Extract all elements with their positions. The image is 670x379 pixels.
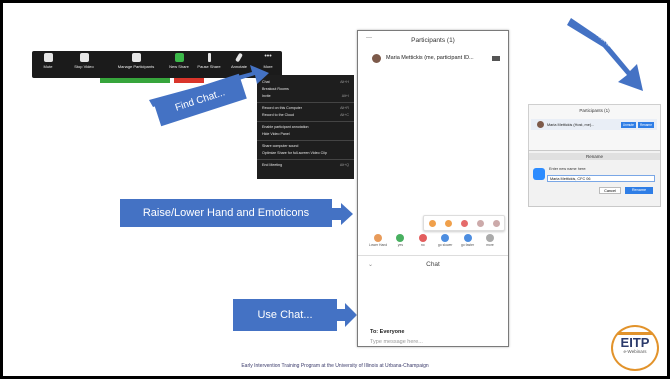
raise-hand-arrow	[329, 203, 353, 225]
nonverbal-feedback-row: Lower Hand yes no go slower go faster more	[368, 234, 500, 248]
chat-title: Chat	[426, 261, 440, 268]
video-status-icon	[492, 55, 500, 61]
participants-title: Participants (1)	[411, 37, 455, 44]
feedback-label: go slower	[437, 243, 453, 247]
feedback-label: no	[420, 243, 425, 247]
feedback-label: go faster	[460, 243, 475, 247]
go-slower-icon	[441, 234, 450, 242]
divider	[358, 255, 508, 256]
participant-name: Maria Mettickis (me, participant ID...	[386, 55, 474, 61]
use-chat-arrow	[333, 303, 357, 327]
rename-panel-title: Participants (1)	[579, 108, 610, 113]
rename-participant-row[interactable]: Maria Mettickis (Host, me)... Unmute Ren…	[531, 119, 657, 130]
heart-emoji-icon[interactable]	[460, 219, 468, 227]
feedback-label: more	[486, 243, 494, 247]
raise-hand-callout: Raise/Lower Hand and Emoticons	[120, 199, 332, 227]
logo-accent-bar	[617, 332, 653, 335]
hand-icon	[374, 234, 382, 242]
feedback-button[interactable]: no	[413, 234, 433, 248]
footer-text: Early Intervention Training Program at t…	[241, 363, 429, 369]
clock-emoji-icon[interactable]	[492, 219, 500, 227]
feedback-label: Lower Hand	[368, 243, 388, 247]
rename-dialog: Rename Enter new name here: Maria Mettic…	[528, 150, 661, 207]
no-x-icon	[418, 234, 427, 242]
eitp-logo: EITP e-Webinars	[611, 325, 659, 371]
unmute-button[interactable]: Unmute	[620, 121, 636, 128]
rename-prompt: Enter new name here:	[549, 167, 587, 171]
feedback-button[interactable]: Lower Hand	[368, 234, 388, 248]
laugh-emoji-icon[interactable]	[476, 219, 484, 227]
feedback-label: yes	[397, 243, 404, 247]
zoom-logo-icon	[533, 168, 545, 180]
feedback-button[interactable]: more	[480, 234, 500, 248]
logo-main-text: EITP	[620, 335, 650, 350]
participants-chat-panel: — Participants (1) Maria Mettickis (me, …	[357, 30, 509, 347]
slide: Mute Stop Video Manage Participants New …	[3, 3, 667, 376]
rename-dialog-title: Rename	[529, 153, 660, 160]
chat-recipient-select[interactable]: To: Everyone	[370, 329, 404, 335]
rename-participants-panel: Participants (1) Maria Mettickis (Host, …	[528, 104, 661, 151]
yes-check-icon	[396, 234, 405, 242]
rename-participant-name: Maria Mettickis (Host, me)...	[547, 122, 595, 127]
feedback-button[interactable]: go slower	[435, 234, 455, 248]
new-name-input[interactable]: Maria Mettickis, CFC 06	[547, 175, 655, 182]
chat-message-input[interactable]: Type message here...	[370, 339, 423, 345]
logo-sub-text: e-Webinars	[623, 349, 647, 354]
avatar	[372, 53, 381, 63]
more-icon	[485, 234, 494, 242]
feedback-button[interactable]: yes	[390, 234, 410, 248]
rename-button[interactable]: Rename	[637, 121, 654, 128]
use-chat-callout: Use Chat...	[233, 299, 337, 331]
clap-emoji-icon[interactable]	[428, 219, 436, 227]
emoticon-picker	[423, 215, 505, 231]
thumbs-up-emoji-icon[interactable]	[444, 219, 452, 227]
confirm-rename-button[interactable]: Rename	[625, 187, 653, 194]
avatar	[537, 121, 544, 128]
feedback-button[interactable]: go faster	[458, 234, 478, 248]
cancel-button[interactable]: Cancel	[599, 187, 621, 194]
go-faster-icon	[463, 234, 472, 242]
participant-row[interactable]: Maria Mettickis (me, participant ID...	[372, 53, 500, 63]
